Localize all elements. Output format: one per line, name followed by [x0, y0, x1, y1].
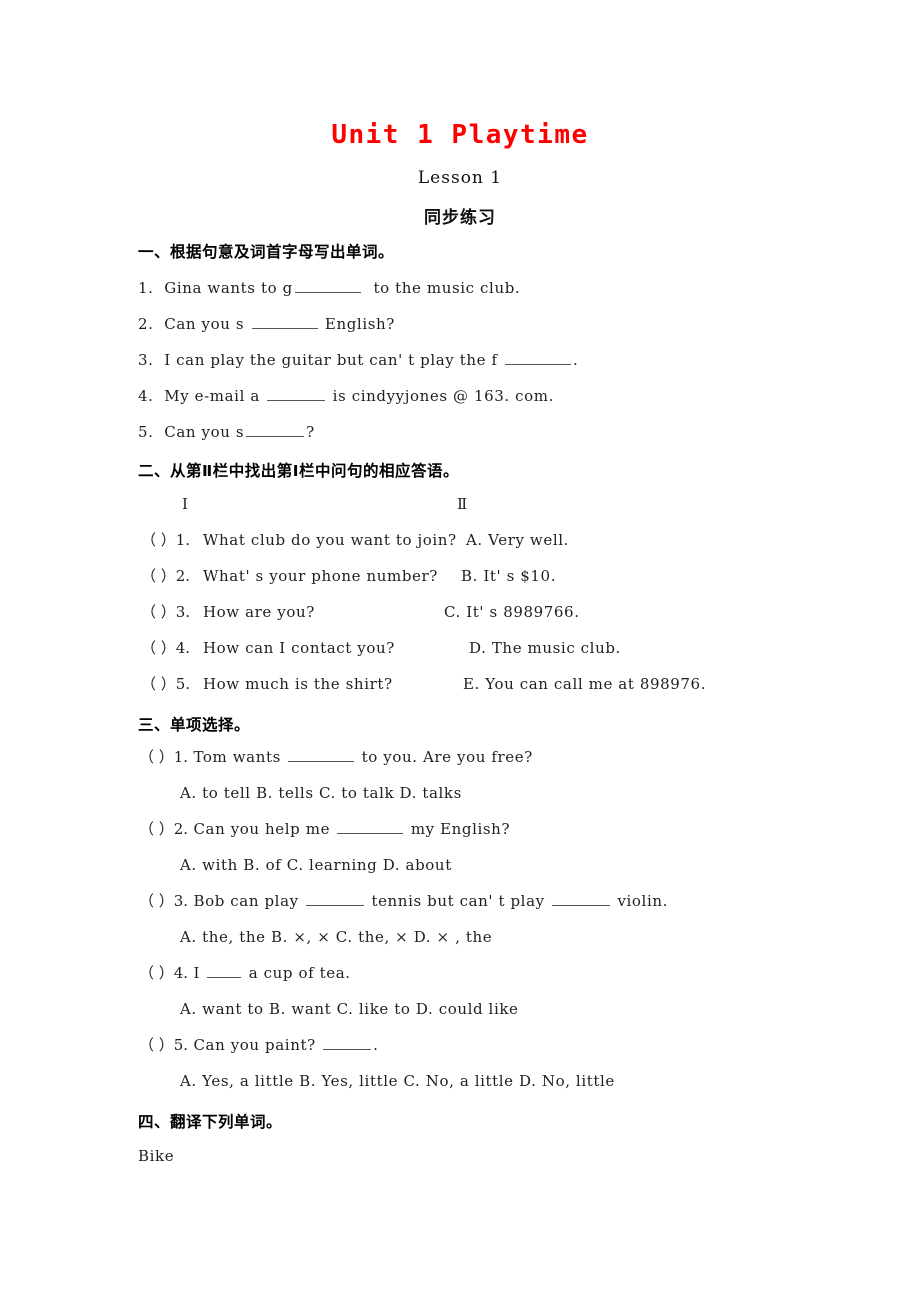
item-text-after: to the music club. [373, 279, 521, 297]
item-number: 5. [138, 423, 154, 441]
fill-blank[interactable] [306, 892, 365, 906]
section2-row-4-marker[interactable]: （ ）4. [141, 639, 190, 657]
fill-blank[interactable] [207, 964, 242, 978]
section3-item-1: （ ）1. Tom wants to you. Are you free? [139, 748, 533, 766]
section3-item-3-options[interactable]: A. the, the B. ×, × C. the, × D. × , the [180, 928, 492, 946]
item-text-after: ? [306, 423, 315, 441]
section3-item-4-options[interactable]: A. want to B. want C. like to D. could l… [180, 1000, 519, 1018]
practice-label: 同步练习 [424, 208, 496, 228]
section3-item-3: （ ）3. Bob can play tennis but can' t pla… [139, 892, 668, 910]
fill-blank[interactable] [288, 748, 355, 762]
section3-item-5: （ ）5. Can you paint? . [139, 1036, 378, 1054]
section2-row-2-question: What' s your phone number? [203, 567, 438, 585]
stem-mid: tennis but can' t play [371, 892, 545, 910]
section-3-heading: 三、单项选择。 [138, 716, 251, 734]
item-text-after: is cindyyjones @ 163. com. [332, 387, 554, 405]
lesson-label: Lesson 1 [417, 168, 503, 188]
section3-item-5-options[interactable]: A. Yes, a little B. Yes, little C. No, a… [180, 1072, 615, 1090]
item-number: 2. [138, 315, 154, 333]
stem-after: my English? [410, 820, 511, 838]
section2-row-3-question: How are you? [203, 603, 315, 621]
section2-row-5-marker[interactable]: （ ）5. [141, 675, 190, 693]
section2-row-1-question: What club do you want to join? [203, 531, 457, 549]
answer-marker[interactable]: （ ）1. [139, 748, 188, 766]
section-4-heading: 四、翻译下列单词。 [138, 1113, 283, 1131]
worksheet-page: Unit 1 Playtime Lesson 1 同步练习 一、根据句意及词首字… [0, 0, 920, 1302]
section2-row-2-answer: B. It' s $10. [461, 567, 557, 585]
section2-row-4-question: How can I contact you? [203, 639, 395, 657]
answer-marker[interactable]: （ ）2. [139, 820, 188, 838]
fill-blank[interactable] [251, 315, 318, 329]
section2-row-1-answer: A. Very well. [466, 531, 569, 549]
section3-item-1-options[interactable]: A. to tell B. tells C. to talk D. talks [180, 784, 462, 802]
section3-item-2-options[interactable]: A. with B. of C. learning D. about [180, 856, 452, 874]
stem-before: Can you paint? [193, 1036, 316, 1054]
fill-blank[interactable] [246, 423, 305, 437]
section1-item-2: 2. Can you s English? [138, 315, 395, 333]
item-text-after: . [573, 351, 579, 369]
stem-after: a cup of tea. [248, 964, 351, 982]
fill-blank[interactable] [294, 279, 361, 293]
item-text-before: Can you s [164, 423, 245, 441]
fill-blank[interactable] [323, 1036, 372, 1050]
section-1-heading: 一、根据句意及词首字母写出单词。 [138, 243, 395, 261]
section1-item-4: 4. My e-mail a is cindyyjones @ 163. com… [138, 387, 554, 405]
stem-after: violin. [617, 892, 668, 910]
section2-row-5-answer: E. You can call me at 898976. [463, 675, 707, 693]
section2-row-2-marker[interactable]: （ ）2. [141, 567, 190, 585]
stem-after: to you. Are you free? [361, 748, 533, 766]
section2-row-5-question: How much is the shirt? [203, 675, 393, 693]
section1-item-3: 3. I can play the guitar but can' t play… [138, 351, 578, 369]
section4-word-1: Bike [138, 1147, 175, 1165]
item-number: 4. [138, 387, 154, 405]
section2-row-3-marker[interactable]: （ ）3. [141, 603, 190, 621]
fill-blank[interactable] [505, 351, 572, 365]
item-number: 1. [138, 279, 154, 297]
fill-blank[interactable] [337, 820, 404, 834]
item-text-after: English? [324, 315, 395, 333]
section2-row-1-marker[interactable]: （ ）1. [141, 531, 190, 549]
item-number: 3. [138, 351, 154, 369]
section3-item-4: （ ）4. I a cup of tea. [139, 964, 351, 982]
section2-row-4-answer: D. The music club. [469, 639, 621, 657]
answer-marker[interactable]: （ ）4. [139, 964, 188, 982]
section3-item-2: （ ）2. Can you help me my English? [139, 820, 510, 838]
stem-before: Bob can play [193, 892, 299, 910]
answer-marker[interactable]: （ ）5. [139, 1036, 188, 1054]
item-text-before: Can you s [164, 315, 245, 333]
fill-blank[interactable] [267, 387, 326, 401]
item-text-before: My e-mail a [164, 387, 260, 405]
section1-item-1: 1. Gina wants to g to the music club. [138, 279, 520, 297]
section-2-heading: 二、从第Ⅱ栏中找出第Ⅰ栏中问句的相应答语。 [138, 462, 459, 480]
stem-after: . [373, 1036, 379, 1054]
item-text-before: I can play the guitar but can' t play th… [164, 351, 498, 369]
column-2-header: Ⅱ [457, 495, 468, 513]
section2-row-3-answer: C. It' s 8989766. [444, 603, 580, 621]
page-title: Unit 1 Playtime [331, 120, 589, 150]
fill-blank[interactable] [552, 892, 611, 906]
stem-before: Can you help me [193, 820, 331, 838]
column-1-header: Ⅰ [182, 495, 188, 513]
item-text-before: Gina wants to g [164, 279, 293, 297]
stem-before: Tom wants [193, 748, 281, 766]
section1-item-5: 5. Can you s? [138, 423, 315, 441]
answer-marker[interactable]: （ ）3. [139, 892, 188, 910]
